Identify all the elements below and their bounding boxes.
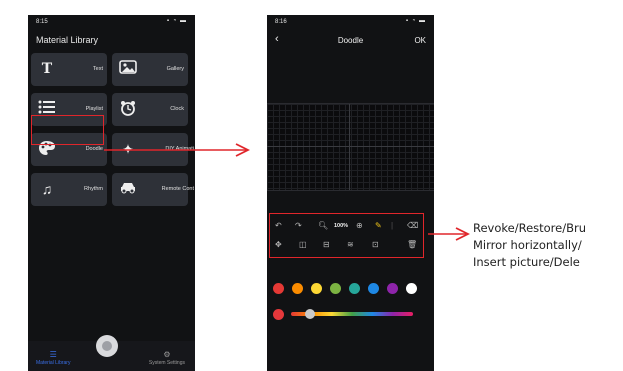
status-bar: 8:15 ▪ ◔ ▬: [36, 18, 187, 27]
bottom-tab-bar: ☰ Material Library ⚙ System Settings: [28, 335, 195, 371]
doodle-header: ‹ Doodle OK: [267, 33, 434, 49]
color-swatch[interactable]: [330, 283, 341, 294]
doodle-highlight-box: [31, 115, 104, 145]
color-swatch[interactable]: [349, 283, 360, 294]
tile-label: Text: [92, 66, 103, 72]
tile-label: Clock: [170, 106, 184, 112]
tab-label: System Settings: [148, 360, 185, 366]
tile-label: Rhythm: [84, 186, 103, 192]
tile-gallery[interactable]: Gallery: [112, 53, 188, 86]
caption-arrow: [428, 227, 470, 241]
tile-text[interactable]: T Text: [31, 53, 107, 86]
color-swatch[interactable]: [406, 283, 417, 294]
status-time: 8:15: [36, 19, 48, 25]
tab-label: Material Library: [36, 360, 71, 366]
color-swatch[interactable]: [387, 283, 398, 294]
center-action-button[interactable]: [96, 335, 118, 357]
tab-material-library[interactable]: ☰ Material Library: [36, 350, 70, 366]
doodle-editor-screen: 8:16 ▪ ◔ ▬ ‹ Doodle OK ↶ ↷ 🔍︎ 100% ⊕ ✎ |…: [267, 15, 434, 371]
music-icon: ♫: [41, 181, 53, 197]
hue-slider-handle[interactable]: [305, 309, 315, 319]
caption-line: Revoke/Restore/Bru: [473, 221, 587, 235]
pointer-arrow: [104, 143, 250, 157]
toolbar-highlight-box: [269, 213, 424, 258]
color-swatch[interactable]: [368, 283, 379, 294]
tile-label: Remote Cont: [161, 186, 194, 192]
status-indicators: ▪ ◔ ▬: [166, 18, 187, 24]
drawing-canvas[interactable]: [267, 103, 434, 191]
clock-icon: [118, 100, 138, 118]
current-color-indicator: [273, 309, 284, 320]
tile-clock[interactable]: Clock: [112, 93, 188, 126]
tile-rhythm[interactable]: ♫ Rhythm: [31, 173, 107, 206]
tile-label: Gallery: [166, 66, 184, 72]
feature-caption: Revoke/Restore/Bru Mirror horizontally/ …: [473, 220, 623, 271]
color-swatch[interactable]: [273, 283, 284, 294]
ok-button[interactable]: OK: [414, 36, 426, 45]
color-swatch[interactable]: [292, 283, 303, 294]
gear-icon: ⚙: [163, 350, 171, 359]
list-icon: ☰: [49, 350, 57, 359]
car-icon: [118, 180, 138, 198]
status-time: 8:16: [275, 19, 287, 25]
canvas-center-horizontal: [267, 146, 434, 147]
page-title: Doodle: [337, 36, 364, 45]
caption-line: Mirror horizontally/: [473, 238, 582, 252]
canvas-center-vertical: [349, 104, 350, 190]
color-swatch[interactable]: [311, 283, 322, 294]
text-icon: T: [41, 61, 53, 77]
status-indicators: ▪ ◔ ▬: [405, 18, 426, 24]
tile-remote-control[interactable]: Remote Cont: [112, 173, 194, 206]
page-title: Material Library: [36, 35, 99, 45]
caption-line: Insert picture/Dele: [473, 255, 580, 269]
material-library-screen: 8:15 ▪ ◔ ▬ Material Library T Text Galle…: [28, 15, 195, 371]
status-bar: 8:16 ▪ ◔ ▬: [275, 18, 426, 27]
tab-system-settings[interactable]: ⚙ System Settings: [149, 350, 185, 366]
gallery-icon: [118, 60, 138, 78]
